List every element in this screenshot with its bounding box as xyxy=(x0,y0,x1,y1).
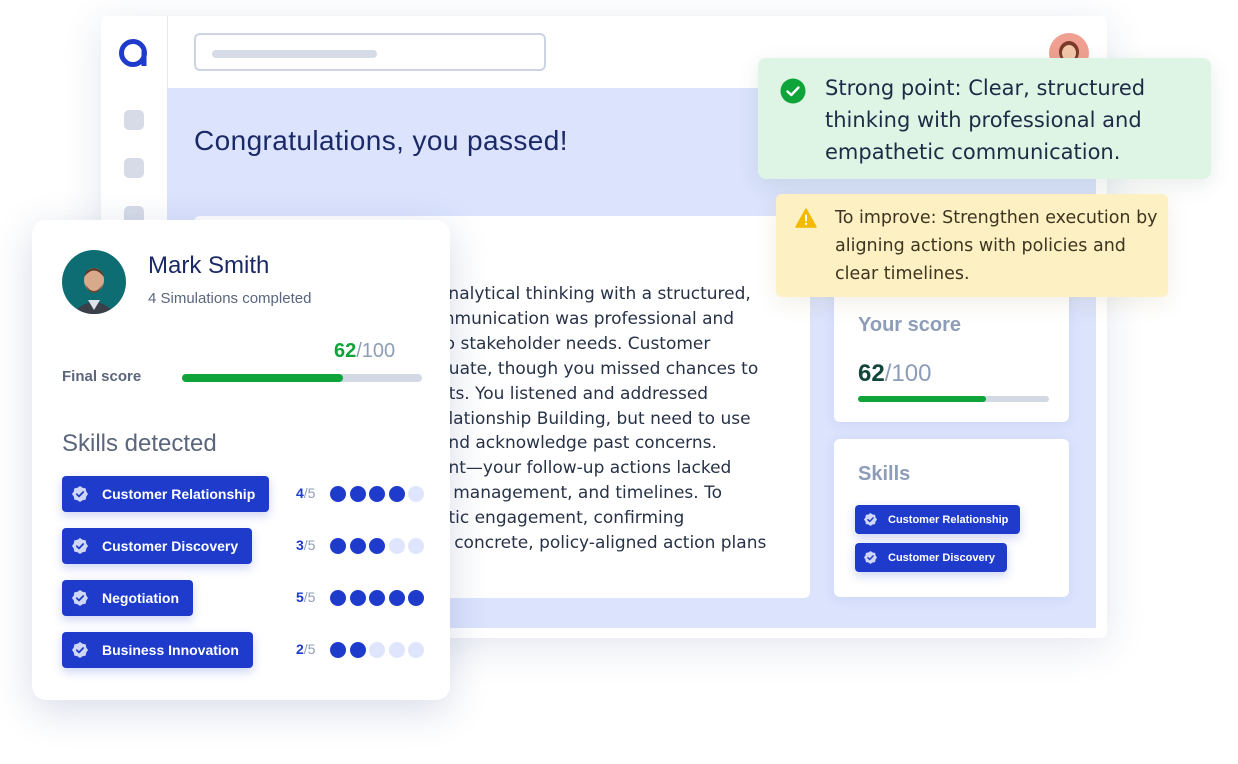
rating-dot-empty xyxy=(408,538,424,554)
skill-chip-customer-relationship[interactable]: Customer Relationship xyxy=(62,476,270,512)
final-score-label: Final score xyxy=(62,368,142,385)
rating-dot-empty xyxy=(408,486,424,502)
skill-rating-dots xyxy=(330,486,424,502)
skill-rating-dots xyxy=(330,538,424,554)
feedback-line: k management, and timelines. To xyxy=(450,483,722,504)
feedback-line: and acknowledge past concerns. xyxy=(450,433,717,454)
skill-rating-text: 2/5 xyxy=(296,641,316,657)
feedback-line: quate, though you missed chances to xyxy=(450,358,759,379)
rating-dot-filled xyxy=(330,538,346,554)
score-card-value: 62/100 xyxy=(858,360,932,387)
skill-chip-business-innovation[interactable]: Business Innovation xyxy=(62,632,253,668)
skill-rating-text: 5/5 xyxy=(296,589,316,605)
rating-dot-filled xyxy=(349,642,366,658)
strong-point-text: Strong point: Clear, structured thinking… xyxy=(825,76,1146,164)
rating-dot-filled xyxy=(388,590,405,606)
skill-rating-dots xyxy=(330,642,424,658)
rating-dot-filled xyxy=(369,538,385,554)
profile-name: Mark Smith xyxy=(148,252,270,279)
verified-badge-icon xyxy=(72,538,88,554)
verified-badge-icon xyxy=(72,486,88,502)
skill-chip-label: Customer Relationship xyxy=(102,486,256,502)
rating-dot-empty xyxy=(408,642,424,658)
improve-text: To improve: Strengthen execution by alig… xyxy=(835,208,1158,284)
feedback-line: etic engagement, confirming xyxy=(450,508,685,529)
skill-chip-label: Negotiation xyxy=(102,590,179,606)
verified-badge-icon xyxy=(864,551,877,564)
rating-dot-filled xyxy=(369,590,385,606)
feedback-text: analytical thinking with a structured, mm… xyxy=(450,282,790,556)
skill-chip-label: Customer Relationship xyxy=(888,513,1009,526)
verified-badge-icon xyxy=(864,513,877,526)
skill-chip-negotiation[interactable]: Negotiation xyxy=(62,580,193,616)
skills-detected-heading: Skills detected xyxy=(62,430,217,457)
feedback-line: g concrete, policy-aligned action plans xyxy=(450,533,767,554)
verified-badge-icon xyxy=(72,590,88,606)
check-circle-icon xyxy=(780,78,806,104)
feedback-line: ent—your follow-up actions lacked xyxy=(450,458,732,479)
page-title: Congratulations, you passed! xyxy=(194,125,568,156)
brand-logo-icon[interactable] xyxy=(117,36,151,70)
feedback-line: to stakeholder needs. Customer xyxy=(450,333,711,354)
rating-dot-filled xyxy=(330,642,346,658)
rating-dot-empty xyxy=(369,642,385,658)
profile-subtitle: 4 Simulations completed xyxy=(148,290,312,307)
rating-dot-empty xyxy=(388,538,405,554)
warning-triangle-icon xyxy=(795,208,817,228)
sidebar-nav-item[interactable] xyxy=(124,158,144,178)
final-score-progress xyxy=(182,374,343,382)
feedback-line: analytical thinking with a structured, xyxy=(450,284,751,304)
rating-dot-filled xyxy=(330,590,346,606)
skill-chip[interactable]: Customer Discovery xyxy=(855,543,1007,572)
sidebar-nav-item[interactable] xyxy=(124,110,144,130)
skill-chip-label: Customer Discovery xyxy=(888,551,995,564)
feedback-line: elationship Building, but need to use xyxy=(450,408,751,429)
skill-chip-label: Customer Discovery xyxy=(102,538,239,554)
rating-dot-filled xyxy=(349,590,366,606)
rating-dot-filled xyxy=(349,486,366,502)
skill-rating-text: 3/5 xyxy=(296,537,316,553)
rating-dot-filled xyxy=(388,486,405,502)
profile-avatar xyxy=(62,250,126,314)
skills-card-title: Skills xyxy=(858,463,911,485)
score-card-title: Your score xyxy=(858,314,961,336)
search-placeholder-bar xyxy=(212,50,377,58)
feedback-line: nts. You listened and addressed xyxy=(450,383,709,404)
rating-dot-filled xyxy=(369,486,385,502)
skill-chip[interactable]: Customer Relationship xyxy=(855,505,1021,534)
rating-dot-filled xyxy=(349,538,366,554)
skill-rating-dots xyxy=(330,590,424,606)
score-card: Your score 62/100 xyxy=(834,286,1069,422)
feedback-line: mmunication was professional and xyxy=(450,308,735,329)
skill-rating-text: 4/5 xyxy=(296,485,316,501)
rating-dot-filled xyxy=(330,486,346,502)
score-card-progress xyxy=(858,396,986,402)
final-score-value: 62/100 xyxy=(334,340,396,362)
skill-chip-label: Business Innovation xyxy=(102,642,239,658)
rating-dot-empty xyxy=(388,642,405,658)
skill-chip-customer-discovery[interactable]: Customer Discovery xyxy=(62,528,253,564)
verified-badge-icon xyxy=(72,642,88,658)
rating-dot-filled xyxy=(408,590,424,606)
skills-card: Skills Customer Relationship Customer Dis… xyxy=(834,439,1069,597)
